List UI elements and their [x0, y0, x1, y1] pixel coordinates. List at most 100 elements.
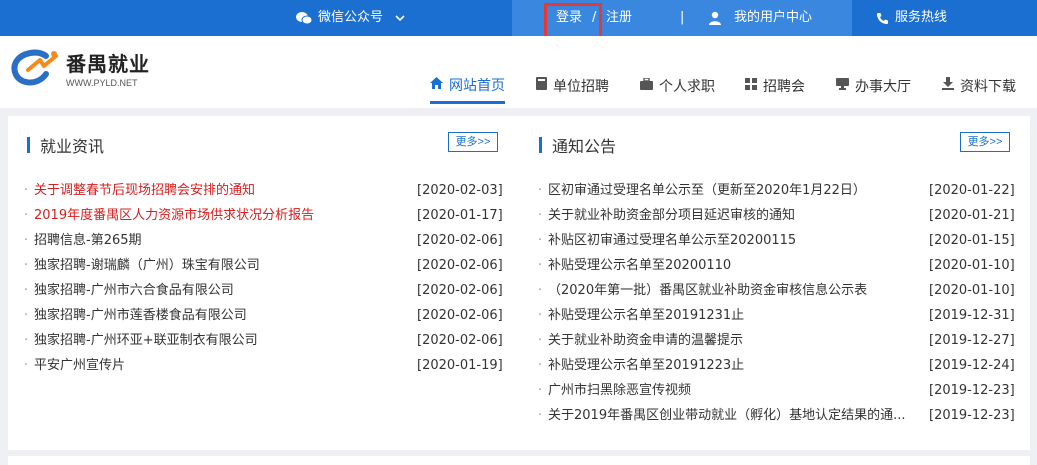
list-item[interactable]: · 平安广州宣传片	[24, 353, 125, 378]
list-item-date: [2020-02-06]	[417, 233, 503, 248]
user-center-link[interactable]: 我的用户中心	[708, 0, 812, 36]
list-item-title[interactable]: 独家招聘-广州市六合食品有限公司	[34, 283, 234, 298]
notices-more-button[interactable]: 更多>>	[960, 132, 1010, 152]
top-bar: 微信公众号 登录 / 注册 | 我的用户中心 服务热线	[0, 0, 1037, 41]
list-item[interactable]: · 独家招聘-广州市六合食品有限公司	[24, 278, 234, 303]
bullet-dot: ·	[538, 283, 543, 298]
chevron-down-icon	[395, 15, 405, 22]
home-icon	[430, 71, 443, 101]
phone-icon	[877, 12, 888, 24]
grid-icon	[745, 72, 757, 102]
list-item-title[interactable]: 关于调整春节后现场招聘会安排的通知	[34, 183, 255, 198]
list-item-date: [2020-02-03]	[417, 183, 503, 198]
service-hotline-link[interactable]: 服务热线	[876, 0, 947, 36]
hotline-label: 服务热线	[895, 10, 948, 25]
nav-service-hall[interactable]: 办事大厅	[836, 70, 911, 104]
nav-home[interactable]: 网站首页	[430, 70, 505, 104]
list-item-date: [2020-01-21]	[929, 208, 1015, 223]
bullet-dot: ·	[538, 383, 543, 398]
list-item[interactable]: · 独家招聘-谢瑞麟（广州）珠宝有限公司	[24, 253, 260, 278]
list-item-date: [2020-01-10]	[929, 258, 1015, 273]
list-item-title[interactable]: 独家招聘-谢瑞麟（广州）珠宝有限公司	[34, 258, 260, 273]
bullet-dot: ·	[24, 358, 29, 373]
list-item-date: [2020-02-06]	[417, 283, 503, 298]
list-item-title[interactable]: 补贴受理公示名单至20200110	[548, 258, 731, 273]
list-item-date: [2020-02-06]	[417, 308, 503, 323]
list-item[interactable]: · 关于2019年番禺区创业带动就业（孵化）基地认定结果的通...	[538, 403, 905, 428]
list-item[interactable]: · 补贴区初审通过受理名单公示至20200115	[538, 228, 796, 253]
list-item[interactable]: · 关于调整春节后现场招聘会安排的通知	[24, 178, 255, 203]
list-item[interactable]: · 补贴受理公示名单至20191223止	[538, 353, 744, 378]
list-item-title[interactable]: 2019年度番禺区人力资源市场供求状况分析报告	[34, 208, 314, 223]
wechat-icon	[296, 12, 312, 25]
list-item-title[interactable]: 关于就业补助资金申请的温馨提示	[548, 333, 743, 348]
list-item[interactable]: · 独家招聘-广州市莲香楼食品有限公司	[24, 303, 247, 328]
download-icon	[942, 72, 954, 102]
list-item[interactable]: · 招聘信息-第265期	[24, 228, 142, 253]
logo-subtitle: WWW.PYLD.NET	[66, 78, 138, 88]
list-item-title[interactable]: 独家招聘-广州市莲香楼食品有限公司	[34, 308, 247, 323]
nav-job-fair-label: 招聘会	[763, 79, 805, 95]
bullet-dot: ·	[538, 358, 543, 373]
list-item[interactable]: · 补贴受理公示名单至20191231止	[538, 303, 744, 328]
briefcase-icon	[640, 72, 653, 102]
wechat-menu[interactable]: 微信公众号	[296, 0, 405, 36]
list-item[interactable]: · （2020年第一批）番禺区就业补助资金审核信息公示表	[538, 278, 867, 303]
list-item-title[interactable]: 广州市扫黑除恶宣传视频	[548, 383, 691, 398]
logo-mark-icon	[10, 48, 62, 88]
list-item-date: [2019-12-31]	[929, 308, 1015, 323]
bullet-dot: ·	[538, 408, 543, 423]
nav-job-seeking[interactable]: 个人求职	[640, 70, 715, 104]
list-item-date: [2020-02-06]	[417, 258, 503, 273]
news-more-button[interactable]: 更多>>	[448, 132, 498, 152]
list-item-title[interactable]: 平安广州宣传片	[34, 358, 125, 373]
nav-home-label: 网站首页	[449, 77, 505, 94]
title-accent-bar	[539, 137, 542, 153]
logo-title: 番禺就业	[66, 52, 150, 76]
list-item[interactable]: · 独家招聘-广州环亚+联亚制衣有限公司	[24, 328, 258, 353]
list-item[interactable]: · 关于就业补助资金申请的温馨提示	[538, 328, 743, 353]
list-item-title[interactable]: 关于就业补助资金部分项目延迟审核的通知	[548, 208, 795, 223]
list-item-title[interactable]: 补贴受理公示名单至20191223止	[548, 358, 744, 373]
list-item[interactable]: · 广州市扫黑除恶宣传视频	[538, 378, 691, 403]
list-item-date: [2020-01-10]	[929, 283, 1015, 298]
list-item-date: [2019-12-23]	[929, 408, 1015, 423]
bullet-dot: ·	[24, 333, 29, 348]
nav-job-seeking-label: 个人求职	[659, 79, 715, 95]
bullet-dot: ·	[24, 308, 29, 323]
list-item-title[interactable]: 招聘信息-第265期	[34, 233, 142, 248]
list-item-date: [2019-12-27]	[929, 333, 1015, 348]
list-item[interactable]: · 区初审通过受理名单公示至（更新至2020年1月22日）	[538, 178, 866, 203]
site-logo[interactable]: 番禺就业 WWW.PYLD.NET	[10, 48, 150, 88]
wechat-label: 微信公众号	[318, 10, 384, 25]
list-item[interactable]: · 2019年度番禺区人力资源市场供求状况分析报告	[24, 203, 314, 228]
nav-downloads[interactable]: 资料下载	[942, 70, 1016, 104]
list-item-title[interactable]: 补贴受理公示名单至20191231止	[548, 308, 744, 323]
list-item-title[interactable]: 独家招聘-广州环亚+联亚制衣有限公司	[34, 333, 258, 348]
list-item-title[interactable]: 区初审通过受理名单公示至（更新至2020年1月22日）	[548, 183, 866, 198]
nav-company-recruit[interactable]: 单位招聘	[536, 70, 609, 104]
list-item[interactable]: · 关于就业补助资金部分项目延迟审核的通知	[538, 203, 795, 228]
site-header: 番禺就业 WWW.PYLD.NET 网站首页 单位招聘 个人求职 招聘会 办事大…	[0, 36, 1037, 108]
nav-job-fair[interactable]: 招聘会	[745, 70, 805, 104]
register-link[interactable]: 注册	[606, 0, 632, 36]
list-item-date: [2020-01-15]	[929, 233, 1015, 248]
list-item-title[interactable]: 补贴区初审通过受理名单公示至20200115	[548, 233, 796, 248]
list-item-title[interactable]: 关于2019年番禺区创业带动就业（孵化）基地认定结果的通...	[548, 408, 905, 423]
book-icon	[536, 72, 547, 102]
bullet-dot: ·	[24, 183, 29, 198]
bullet-dot: ·	[538, 183, 543, 198]
user-center-label: 我的用户中心	[734, 10, 813, 25]
bullet-dot: ·	[538, 208, 543, 223]
news-section-title: 就业资讯	[27, 133, 104, 157]
news-title-text: 就业资讯	[40, 137, 105, 156]
login-register-divider: /	[592, 10, 597, 25]
list-item-date: [2019-12-23]	[929, 383, 1015, 398]
computer-icon	[836, 72, 849, 102]
title-accent-bar	[27, 137, 30, 153]
bottom-panel-edge	[8, 456, 1030, 465]
user-icon	[709, 11, 721, 25]
list-item-title[interactable]: （2020年第一批）番禺区就业补助资金审核信息公示表	[548, 283, 867, 298]
login-link[interactable]: 登录	[556, 0, 582, 36]
list-item[interactable]: · 补贴受理公示名单至20200110	[538, 253, 731, 278]
